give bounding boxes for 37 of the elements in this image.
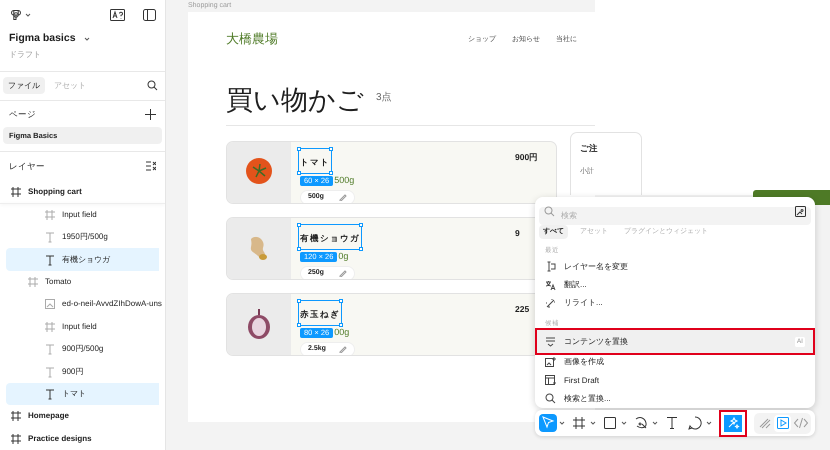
menu-item[interactable]: 翻訳... [539,276,811,294]
file-location: ドラフト [8,48,42,61]
product-name: 赤玉ねぎ [300,309,340,319]
product-name: トマト [300,157,330,167]
site-logo[interactable]: 大橋農場 [226,30,278,50]
product-name: 有機ショウガ [300,233,360,243]
page-heading: 買い物かご [226,85,364,117]
panel-tab[interactable]: ファイル [3,77,45,94]
menu-item[interactable]: 画像を作成 [539,353,811,372]
layer-row[interactable]: Input field [6,204,159,226]
menu-item[interactable]: リライト... [539,294,811,313]
layer-row[interactable]: Shopping cart [6,180,159,203]
layer-row[interactable]: Tomato [6,270,159,294]
layer-row[interactable]: ed-o-neil-AvvdZIhDowA-uns [6,293,159,316]
menu-item[interactable]: レイヤー名を変更 [539,258,811,276]
layer-row[interactable]: Practice designs [6,428,159,450]
summary-title: ご注 [580,142,599,155]
unit-price: 0g [338,250,348,263]
item-price: 9 [515,227,520,240]
layer-row[interactable]: トマト [6,382,159,406]
file-name[interactable]: Figma basics [9,30,76,47]
item-price: 900円 [515,151,538,164]
layer-row[interactable]: 900円/500g [6,338,159,360]
unit-price: 00g [334,326,350,339]
section-title: ページ [9,108,37,120]
layer-row[interactable]: 有機ショウガ [6,248,159,271]
menu-item[interactable]: 検索と置換... [539,390,811,408]
item-price: 225 [515,303,530,316]
section-title: レイヤー [9,160,46,173]
layer-row[interactable]: Homepage [6,405,159,428]
item-count: 3点 [376,90,392,105]
layer-row[interactable]: Input field [6,316,159,338]
layer-row[interactable]: 1950円/500g [6,226,159,248]
menu-item[interactable]: First Draft [539,371,811,390]
unit-price: 500g [334,174,354,187]
layer-row[interactable]: 900円 [6,360,159,383]
search-field[interactable]: 検索 [539,206,811,224]
